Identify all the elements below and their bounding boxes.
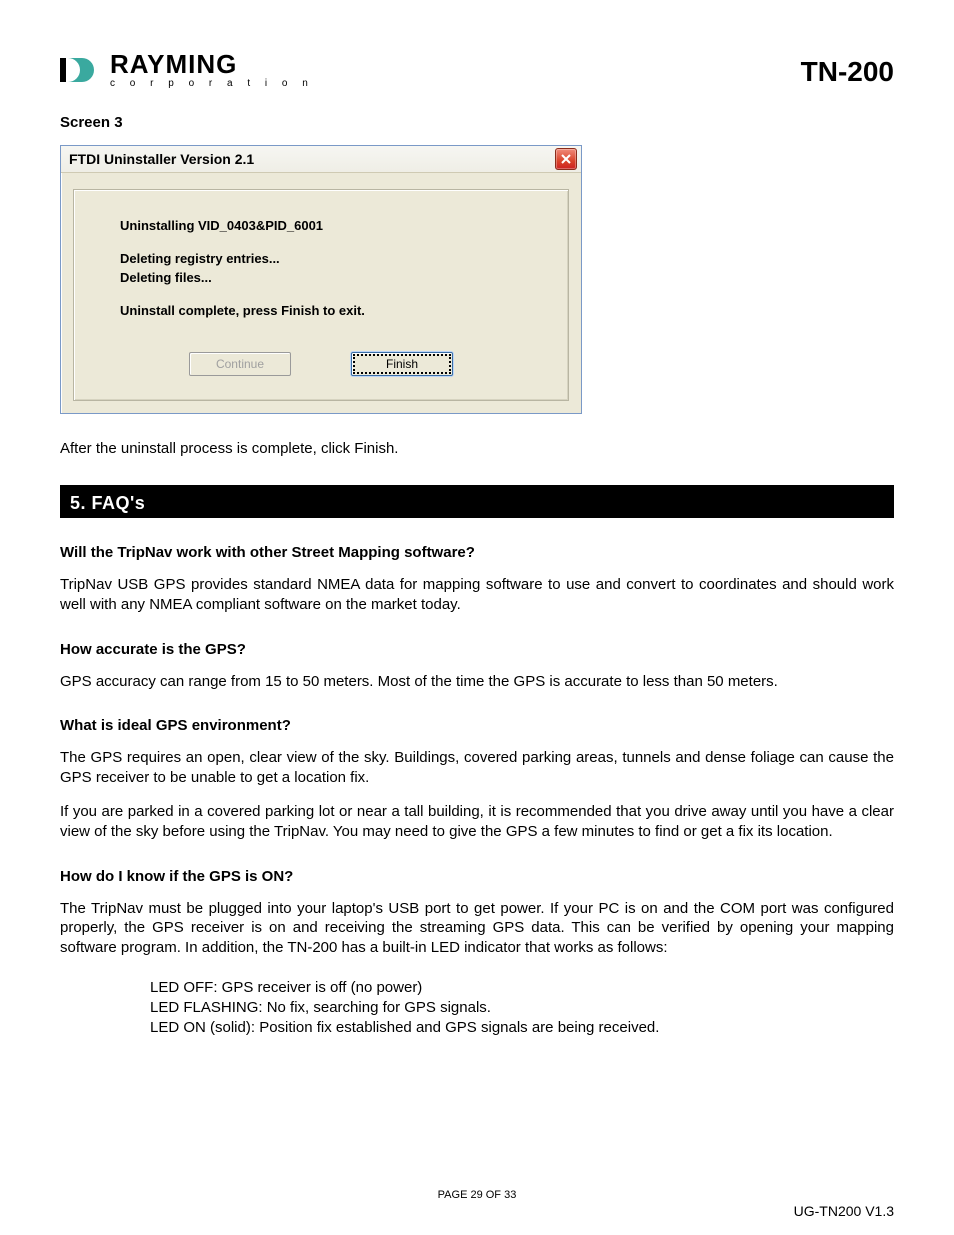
dialog-inner-panel: Uninstalling VID_0403&PID_6001 Deleting … xyxy=(73,189,569,401)
faq-question: Will the TripNav work with other Street … xyxy=(60,544,894,561)
faq-answer-extra: If you are parked in a covered parking l… xyxy=(60,802,894,842)
post-dialog-text: After the uninstall process is complete,… xyxy=(60,440,894,457)
faq-question: How do I know if the GPS is ON? xyxy=(60,868,894,885)
logo: RAYMING c o r p o r a t i o n xyxy=(60,50,314,90)
led-flashing-line: LED FLASHING: No fix, searching for GPS … xyxy=(150,998,894,1018)
dialog-message-line: Uninstalling VID_0403&PID_6001 xyxy=(120,218,522,233)
page-header: RAYMING c o r p o r a t i o n TN-200 xyxy=(60,50,894,90)
page-number: PAGE 29 OF 33 xyxy=(60,1189,894,1201)
dialog-body: Uninstalling VID_0403&PID_6001 Deleting … xyxy=(61,173,581,413)
dialog-button-row: Continue Finish xyxy=(120,352,522,376)
continue-button: Continue xyxy=(189,352,291,376)
logo-name: RAYMING xyxy=(110,51,314,77)
led-status-list: LED OFF: GPS receiver is off (no power) … xyxy=(150,978,894,1037)
faq-answer: The GPS requires an open, clear view of … xyxy=(60,748,894,788)
finish-button[interactable]: Finish xyxy=(351,352,453,376)
model-label: TN-200 xyxy=(801,56,894,88)
section-heading: 5. FAQ's xyxy=(60,489,894,518)
document-page: RAYMING c o r p o r a t i o n TN-200 Scr… xyxy=(0,0,954,1235)
logo-text: RAYMING c o r p o r a t i o n xyxy=(110,51,314,89)
uninstaller-dialog: FTDI Uninstaller Version 2.1 Uninstallin… xyxy=(60,145,582,414)
screen-label: Screen 3 xyxy=(60,114,894,131)
faq-answer: GPS accuracy can range from 15 to 50 met… xyxy=(60,672,894,692)
faq-question: How accurate is the GPS? xyxy=(60,641,894,658)
faq-answer: TripNav USB GPS provides standard NMEA d… xyxy=(60,575,894,615)
dialog-message-line: Deleting registry entries... xyxy=(120,251,522,266)
close-icon[interactable] xyxy=(555,148,577,170)
dialog-titlebar: FTDI Uninstaller Version 2.1 xyxy=(61,146,581,173)
document-id: UG-TN200 V1.3 xyxy=(794,1203,894,1219)
faq-question: What is ideal GPS environment? xyxy=(60,717,894,734)
logo-mark-icon xyxy=(60,50,100,90)
page-footer: PAGE 29 OF 33 UG-TN200 V1.3 xyxy=(60,1189,894,1201)
faq-answer: The TripNav must be plugged into your la… xyxy=(60,899,894,958)
dialog-message-line: Deleting files... xyxy=(120,270,522,285)
led-on-line: LED ON (solid): Position fix established… xyxy=(150,1018,894,1038)
led-off-line: LED OFF: GPS receiver is off (no power) xyxy=(150,978,894,998)
logo-subtitle: c o r p o r a t i o n xyxy=(110,79,314,89)
dialog-message-line: Uninstall complete, press Finish to exit… xyxy=(120,303,522,318)
dialog-title: FTDI Uninstaller Version 2.1 xyxy=(69,151,254,167)
